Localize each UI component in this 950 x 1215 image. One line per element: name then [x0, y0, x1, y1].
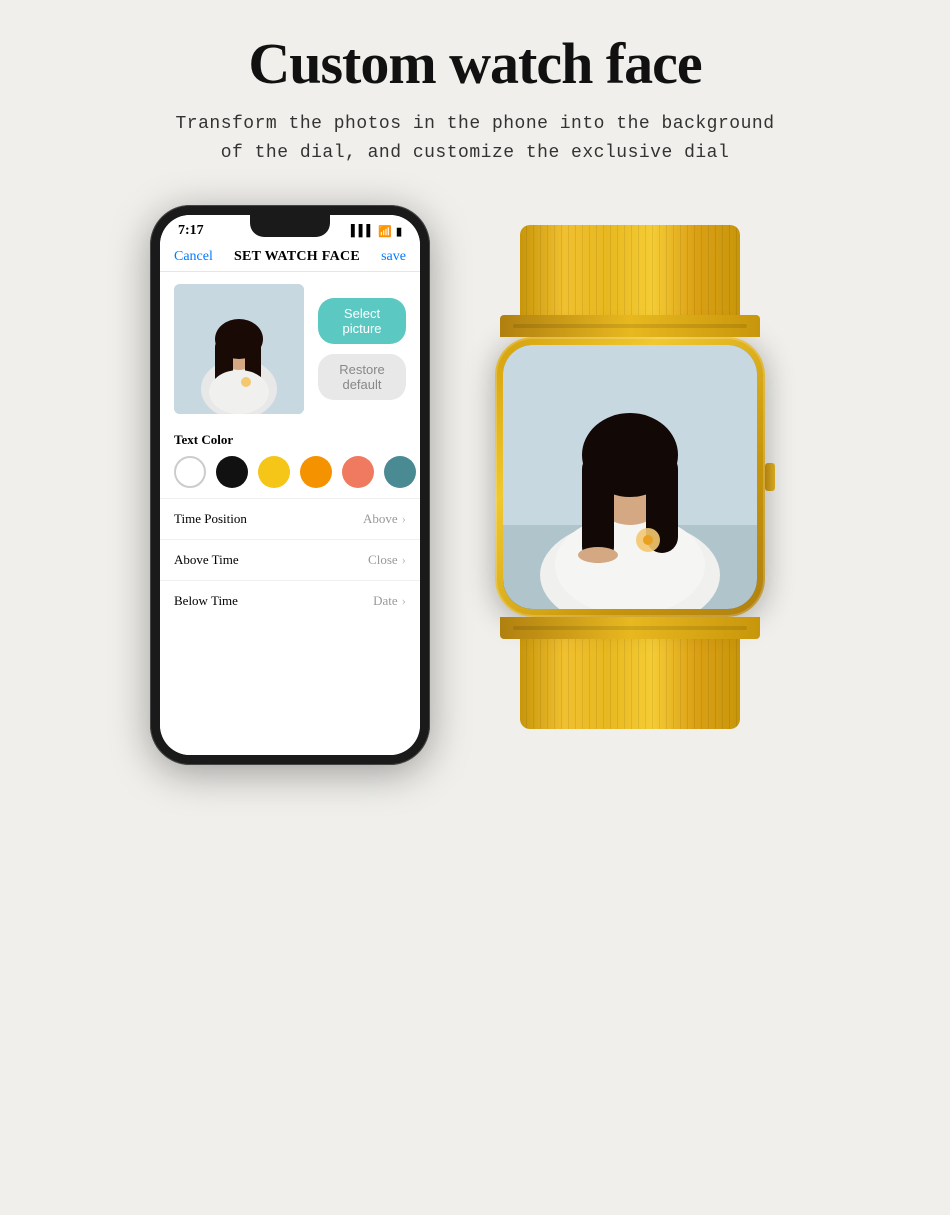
- wifi-icon: 📶: [378, 225, 392, 238]
- cancel-button[interactable]: Cancel: [174, 249, 213, 265]
- settings-row-time-position[interactable]: Time Position Above ›: [160, 498, 420, 539]
- below-time-label: Below Time: [174, 593, 238, 609]
- color-dot-salmon[interactable]: [342, 456, 374, 488]
- watch-screen: [503, 345, 757, 609]
- nav-title: SET WATCH FACE: [234, 249, 360, 265]
- phone-mockup: 7:17 ▌▌▌ 📶 ▮ Cancel SET WATCH FACE save: [150, 205, 430, 765]
- color-dot-orange[interactable]: [300, 456, 332, 488]
- phone-nav-bar: Cancel SET WATCH FACE save: [160, 243, 420, 272]
- status-icons: ▌▌▌ 📶 ▮: [351, 225, 402, 238]
- settings-rows: Time Position Above › Above Time Close ›: [160, 494, 420, 755]
- signal-icon: ▌▌▌: [351, 225, 374, 237]
- watch-band-top: [520, 225, 740, 315]
- page-title: Custom watch face: [60, 32, 890, 96]
- color-dot-teal[interactable]: [384, 456, 416, 488]
- photo-preview: [174, 284, 304, 414]
- watch-crown: [765, 463, 775, 491]
- phone-body: 7:17 ▌▌▌ 📶 ▮ Cancel SET WATCH FACE save: [150, 205, 430, 765]
- above-time-label: Above Time: [174, 552, 239, 568]
- restore-default-button[interactable]: Restore default: [318, 354, 406, 400]
- time-position-value: Above ›: [363, 511, 406, 527]
- time-position-val-text: Above: [363, 511, 398, 527]
- chevron-icon: ›: [402, 511, 406, 527]
- watch-band-bottom: [520, 639, 740, 729]
- status-bar: 7:17 ▌▌▌ 📶 ▮: [160, 215, 420, 243]
- battery-icon: ▮: [396, 225, 402, 238]
- color-dot-black[interactable]: [216, 456, 248, 488]
- page-header: Custom watch face Transform the photos i…: [0, 0, 950, 185]
- above-time-val-text: Close: [368, 552, 398, 568]
- preview-image: [174, 284, 304, 414]
- photo-section: Select picture Restore default: [160, 272, 420, 422]
- settings-row-above-time[interactable]: Above Time Close ›: [160, 539, 420, 580]
- above-time-value: Close ›: [368, 552, 406, 568]
- chevron-icon-2: ›: [402, 552, 406, 568]
- below-time-val-text: Date: [373, 593, 398, 609]
- page-subtitle: Transform the photos in the phone into t…: [60, 110, 890, 168]
- status-time: 7:17: [178, 223, 204, 239]
- save-button[interactable]: save: [381, 249, 406, 265]
- watch-full: [460, 225, 800, 729]
- text-color-section: Text Color: [160, 422, 420, 494]
- time-position-label: Time Position: [174, 511, 247, 527]
- below-time-value: Date ›: [373, 593, 406, 609]
- watch-face-image: [503, 345, 757, 609]
- watch-body: [495, 337, 765, 617]
- color-dot-yellow[interactable]: [258, 456, 290, 488]
- phone-notch: [250, 215, 330, 237]
- color-dot-white[interactable]: [174, 456, 206, 488]
- photo-action-buttons: Select picture Restore default: [318, 284, 406, 414]
- watch-mockup: [460, 225, 800, 729]
- main-content: 7:17 ▌▌▌ 📶 ▮ Cancel SET WATCH FACE save: [0, 185, 950, 765]
- settings-row-below-time[interactable]: Below Time Date ›: [160, 580, 420, 621]
- text-color-label: Text Color: [174, 432, 406, 448]
- color-dots-row: [174, 456, 406, 488]
- phone-screen: 7:17 ▌▌▌ 📶 ▮ Cancel SET WATCH FACE save: [160, 215, 420, 755]
- band-connector-bottom: [500, 617, 760, 639]
- select-picture-button[interactable]: Select picture: [318, 298, 406, 344]
- chevron-icon-3: ›: [402, 593, 406, 609]
- band-connector-top: [500, 315, 760, 337]
